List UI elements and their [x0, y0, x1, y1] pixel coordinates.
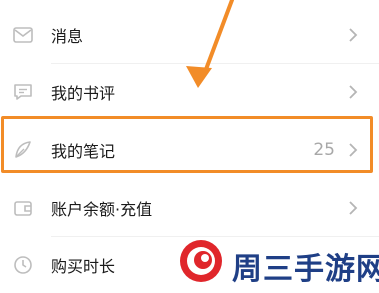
menu-item-label: 账户余额·充值	[51, 200, 153, 219]
chevron-right-icon	[349, 28, 358, 42]
menu-item-label: 我的书评	[51, 84, 116, 103]
watermark-logo-icon	[180, 240, 222, 282]
watermark: 周三手游网	[178, 235, 379, 287]
highlight-box	[1, 116, 373, 173]
wallet-icon	[14, 201, 32, 216]
chevron-right-icon	[349, 85, 358, 99]
menu-item-label: 购买时长	[51, 257, 116, 276]
menu-item-messages[interactable]: 消息	[0, 7, 379, 63]
watermark-text: 周三手游网	[232, 252, 379, 287]
comment-icon	[14, 84, 32, 100]
chevron-right-icon	[349, 201, 358, 215]
clock-icon	[14, 256, 32, 274]
menu-item-my-reviews[interactable]: 我的书评	[0, 64, 379, 120]
menu-item-account-balance[interactable]: 账户余额·充值	[0, 180, 379, 236]
menu-item-label: 消息	[51, 27, 84, 46]
mail-icon	[13, 27, 33, 43]
